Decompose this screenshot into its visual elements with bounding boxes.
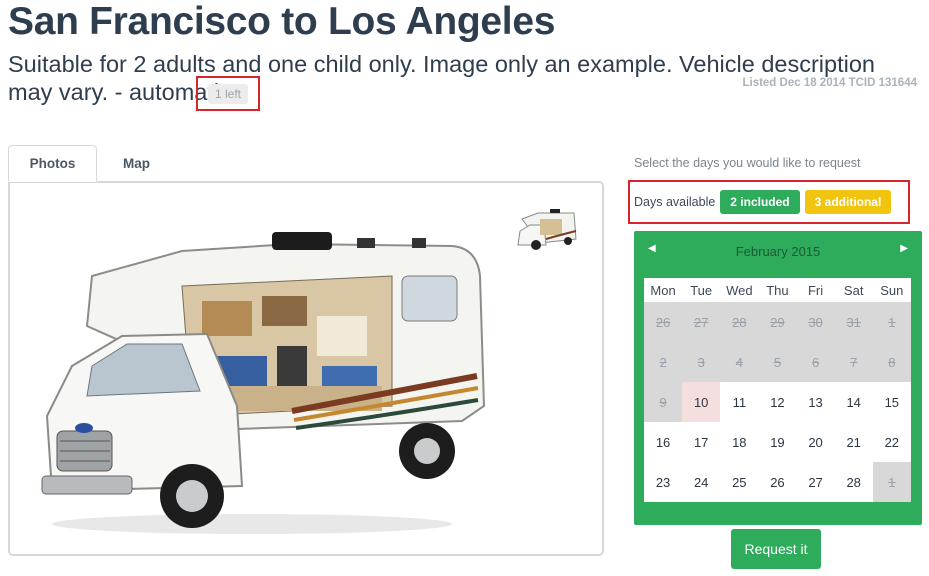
calendar-day[interactable]: 15 (872, 382, 911, 422)
calendar-day: 30 (796, 302, 835, 342)
calendar-day: 8 (872, 342, 911, 382)
listing-info: Listed Dec 18 2014 TCID 131644 (742, 77, 917, 89)
calendar-day: 27 (682, 302, 721, 342)
calendar-day[interactable]: 16 (644, 422, 683, 462)
additional-days-badge: 3 additional (804, 190, 892, 214)
calendar-day[interactable]: 25 (720, 462, 759, 502)
tab-map[interactable]: Map (97, 145, 176, 182)
calendar-day: 2 (644, 342, 683, 382)
calendar-day[interactable]: 18 (720, 422, 759, 462)
calendar-day: 3 (682, 342, 721, 382)
date-picker: ◀ February 2015 ▶ Mon Tue Wed Thu Fri Sat Sun 2… (634, 231, 922, 525)
calendar-day: 28 (720, 302, 759, 342)
tab-photos[interactable]: Photos (8, 145, 97, 182)
availability-badge: 1 left (207, 83, 248, 104)
calendar-day[interactable]: 27 (796, 462, 835, 502)
prev-month-icon[interactable]: ◀ (648, 243, 656, 254)
calendar-day: 7 (834, 342, 873, 382)
calendar-day[interactable]: 13 (796, 382, 835, 422)
calendar-day: 31 (834, 302, 873, 342)
calendar-day[interactable]: 26 (758, 462, 797, 502)
weekday-header: Tue (682, 278, 721, 302)
days-available-highlight: Days available 2 included 3 additional (628, 180, 910, 224)
calendar-day[interactable]: 22 (872, 422, 911, 462)
weekday-header: Mon (644, 278, 683, 302)
calendar-day: 1 (872, 302, 911, 342)
calendar-day: 29 (758, 302, 797, 342)
days-available-label: Days available (634, 195, 716, 209)
calendar-day[interactable]: 11 (720, 382, 759, 422)
calendar-day: 26 (644, 302, 683, 342)
page-title: San Francisco to Los Angeles (8, 0, 556, 43)
weekday-header: Sat (834, 278, 873, 302)
calendar-day[interactable]: 24 (682, 462, 721, 502)
calendar-day: 9 (644, 382, 683, 422)
calendar-day[interactable]: 20 (796, 422, 835, 462)
included-days-badge: 2 included (720, 190, 800, 214)
calendar-month-label: February 2015 (735, 243, 821, 259)
select-days-hint: Select the days you would like to reques… (634, 156, 861, 170)
request-it-button[interactable]: Request it (731, 529, 821, 569)
calendar-day: 5 (758, 342, 797, 382)
next-month-icon[interactable]: ▶ (900, 243, 908, 254)
calendar-day[interactable]: 21 (834, 422, 873, 462)
rv-main-photo (41, 232, 486, 534)
weekday-header: Wed (720, 278, 759, 302)
weekday-header: Thu (758, 278, 797, 302)
calendar-grid: Mon Tue Wed Thu Fri Sat Sun 26 27 28 29 30 31 1 2 3 4 5 6 7… (644, 278, 911, 502)
media-tabs: Photos Map (8, 145, 176, 182)
calendar-day: 6 (796, 342, 835, 382)
calendar-day[interactable]: 12 (758, 382, 797, 422)
availability-badge-highlight: 1 left (196, 76, 260, 111)
calendar-day[interactable]: 17 (682, 422, 721, 462)
calendar-day[interactable]: 10 (682, 382, 721, 422)
calendar-day[interactable]: 14 (834, 382, 873, 422)
calendar-day[interactable]: 19 (758, 422, 797, 462)
calendar-day[interactable]: 28 (834, 462, 873, 502)
calendar-header: ◀ February 2015 ▶ (634, 231, 922, 271)
calendar-day: 1 (872, 462, 911, 502)
calendar-day: 4 (720, 342, 759, 382)
weekday-header: Fri (796, 278, 835, 302)
photo-panel (8, 181, 604, 556)
calendar-day[interactable]: 23 (644, 462, 683, 502)
weekday-header: Sun (872, 278, 911, 302)
rv-thumbnail[interactable] (516, 205, 580, 253)
